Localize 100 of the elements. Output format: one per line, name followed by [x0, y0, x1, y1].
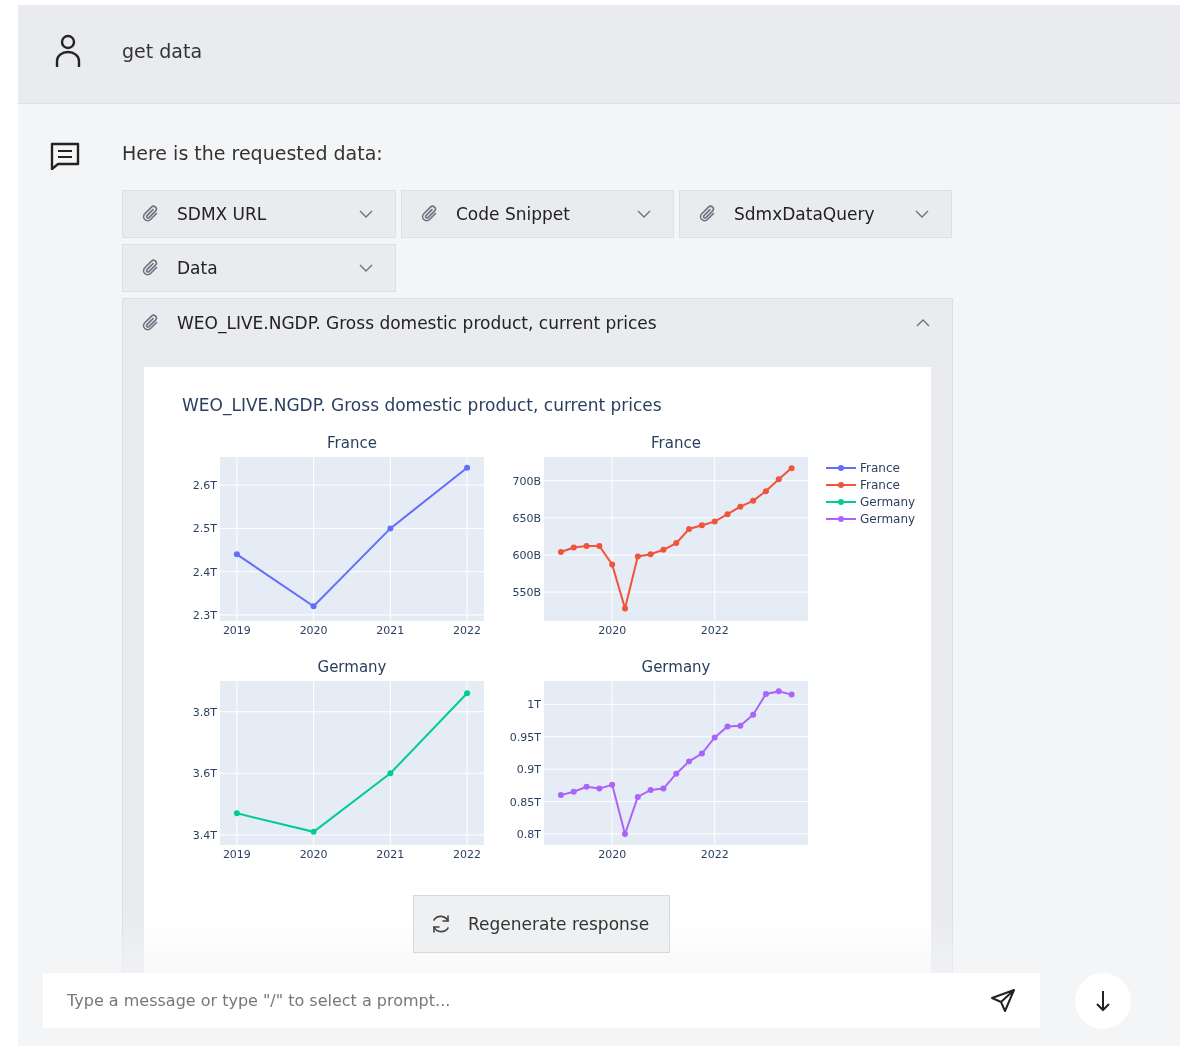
y-tick-label: 550B [512, 586, 541, 600]
assistant-message: Here is the requested data: [122, 142, 384, 164]
point [557, 548, 564, 555]
chevron-down-icon [359, 264, 373, 272]
y-tick-label: 700B [512, 474, 541, 488]
point [711, 518, 718, 525]
arrow-down-icon [1095, 990, 1111, 1012]
y-tick-label: 650B [512, 511, 541, 525]
point [634, 794, 641, 801]
chevron-up-icon [916, 319, 930, 327]
y-tick-label: 0.95T [509, 730, 541, 744]
point [724, 723, 731, 730]
point [686, 758, 693, 765]
y-tick-label: 600B [512, 548, 541, 562]
chevron-down-icon [915, 210, 929, 218]
point [570, 788, 577, 795]
point [775, 688, 782, 695]
point [698, 522, 705, 529]
refresh-icon [430, 913, 452, 935]
x-tick-label: 2022 [700, 848, 729, 861]
y-tick-label: 3.8T [192, 705, 217, 719]
x-tick-label: 2022 [700, 624, 729, 637]
y-tick-label: 3.6T [192, 767, 217, 781]
user-message: get data [122, 40, 203, 62]
y-tick-label: 2.3T [192, 608, 217, 622]
point [464, 690, 471, 697]
attachment-dropdown[interactable]: SDMX URL [122, 190, 396, 238]
point [788, 465, 795, 472]
send-icon[interactable] [990, 987, 1016, 1014]
x-tick-label: 2020 [598, 624, 627, 637]
x-tick-label: 2019 [222, 848, 251, 861]
chart-title: Germany [317, 658, 387, 676]
legend-label: Germany [860, 495, 916, 509]
point [596, 785, 603, 792]
regenerate-button[interactable]: Regenerate response [413, 895, 670, 953]
point [788, 691, 795, 698]
chat-message-icon [49, 142, 81, 170]
point [750, 497, 757, 504]
x-tick-label: 2020 [598, 848, 627, 861]
point [647, 551, 654, 558]
point [698, 750, 705, 757]
x-tick-label: 2021 [376, 624, 405, 637]
y-tick-label: 2.5T [192, 522, 217, 536]
point [621, 830, 628, 837]
point [660, 546, 667, 553]
y-tick-label: 2.6T [192, 479, 217, 493]
y-tick-label: 0.85T [509, 795, 541, 809]
x-tick-label: 2022 [453, 624, 482, 637]
point [609, 781, 616, 788]
legend-label: France [860, 478, 900, 492]
chevron-down-icon [637, 210, 651, 218]
point [724, 511, 731, 518]
x-tick-label: 2022 [453, 848, 482, 861]
chart-title: France [327, 434, 377, 452]
point [557, 792, 564, 799]
point [673, 540, 680, 547]
point [762, 690, 769, 697]
y-tick-label: 2.4T [192, 565, 217, 579]
point [464, 464, 471, 471]
legend-label: Germany [860, 512, 916, 526]
point [660, 785, 667, 792]
point [634, 553, 641, 560]
message-field[interactable]: Type a message or type "/" to select a prompt... [65, 990, 990, 1011]
point [750, 711, 757, 718]
message-input-bar[interactable]: Type a message or type "/" to select a prompt... [43, 973, 1040, 1028]
x-tick-label: 2021 [376, 848, 405, 861]
y-tick-label: 1T [527, 698, 541, 712]
point [647, 786, 654, 793]
x-tick-label: 2020 [299, 848, 328, 861]
chart-title: Germany [641, 658, 711, 676]
y-tick-label: 3.4T [192, 828, 217, 842]
y-tick-label: 0.9T [516, 763, 541, 777]
point [310, 828, 317, 835]
person-icon [55, 34, 81, 68]
point [737, 503, 744, 510]
point [387, 525, 394, 532]
figure-title: WEO_LIVE.NGDP. Gross domestic product, current prices [182, 395, 663, 415]
point [233, 551, 240, 558]
attachment-dropdown[interactable]: SdmxDataQuery [679, 190, 952, 238]
y-tick-label: 0.8T [516, 828, 541, 841]
chart-title: France [651, 434, 701, 452]
point [609, 561, 616, 568]
point [596, 543, 603, 550]
point [711, 734, 718, 741]
point [233, 810, 240, 817]
attachment-dropdown[interactable]: Code Snippet [401, 190, 674, 238]
chevron-down-icon [359, 210, 373, 218]
point [686, 525, 693, 532]
point [621, 605, 628, 612]
point [387, 770, 394, 777]
x-tick-label: 2019 [222, 624, 251, 637]
point [583, 543, 590, 550]
point [583, 783, 590, 790]
point [775, 476, 782, 483]
legend-label: France [860, 461, 900, 475]
point [737, 722, 744, 729]
attachment-dropdown[interactable]: Data [122, 244, 396, 292]
x-tick-label: 2020 [299, 624, 328, 637]
point [570, 544, 577, 551]
point [310, 603, 317, 610]
